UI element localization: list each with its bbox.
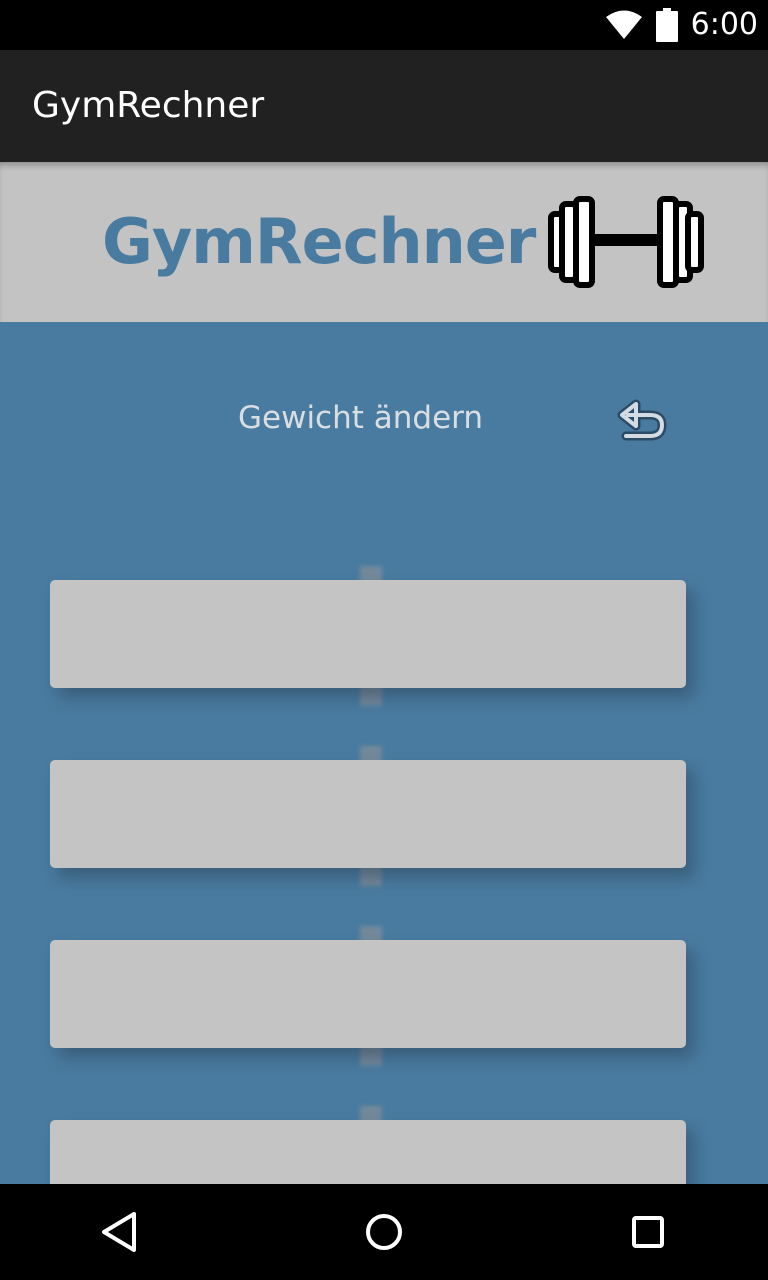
navigation-bar: [0, 1184, 768, 1280]
change-weight-label: Gewicht ändern: [238, 400, 484, 436]
dumbbell-icon: [548, 196, 704, 288]
home-icon[interactable]: [354, 1202, 414, 1262]
weight-slot-2[interactable]: [50, 760, 686, 868]
weight-slot-3[interactable]: [50, 940, 686, 1048]
wifi-icon: [605, 10, 642, 39]
status-icons: 6:00: [605, 0, 758, 50]
weight-slot-4[interactable]: [50, 1120, 686, 1184]
undo-arrow-icon[interactable]: [614, 394, 670, 444]
action-bar-title: GymRechner: [32, 85, 265, 126]
action-bar: GymRechner: [0, 50, 768, 162]
back-icon[interactable]: [90, 1202, 150, 1262]
status-time: 6:00: [690, 7, 758, 42]
main-content: Gewicht ändern: [0, 322, 768, 1184]
battery-icon: [655, 8, 678, 42]
weight-slot-1[interactable]: [50, 580, 686, 688]
banner-title: GymRechner: [102, 205, 536, 278]
status-bar: 6:00: [0, 0, 768, 50]
recents-icon[interactable]: [618, 1202, 678, 1262]
app-screen: 6:00 GymRechner GymRechner Gewicht änder…: [0, 0, 768, 1280]
